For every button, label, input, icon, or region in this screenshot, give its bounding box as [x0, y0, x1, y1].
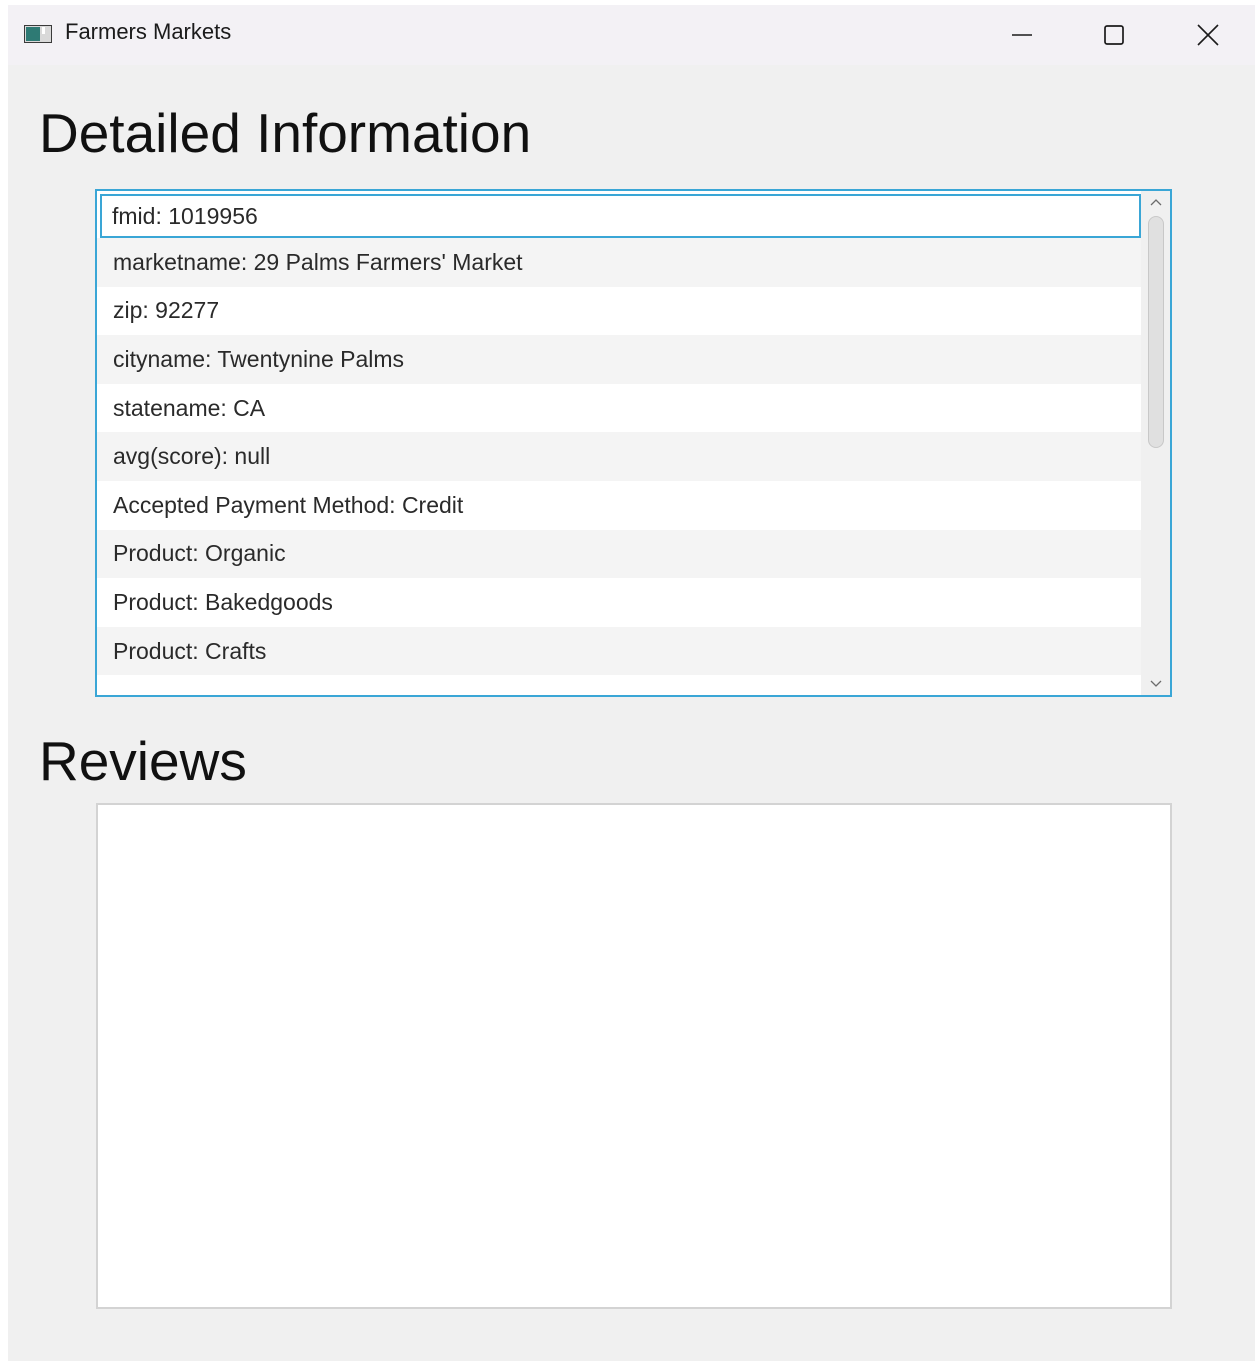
list-item[interactable]: Accepted Payment Method: Credit [97, 480, 1143, 530]
list-item[interactable]: statename: CA [97, 383, 1143, 433]
title-bar[interactable]: Farmers Markets [8, 5, 1255, 65]
reviews-heading: Reviews [39, 730, 247, 792]
detail-list-rows: fmid: 1019956 marketname: 29 Palms Farme… [97, 191, 1143, 695]
list-item[interactable]: Product: Bakedgoods [97, 578, 1143, 627]
list-item[interactable]: zip: 92277 [97, 286, 1143, 336]
reviews-list[interactable] [96, 803, 1172, 1309]
maximize-icon [1104, 25, 1124, 45]
app-window-icon [24, 25, 52, 43]
window-title: Farmers Markets [65, 19, 232, 44]
list-item[interactable]: Product: Crafts [97, 626, 1143, 676]
detail-heading: Detailed Information [39, 102, 532, 164]
maximize-button[interactable] [1066, 5, 1162, 65]
list-item[interactable]: marketname: 29 Palms Farmers' Market [97, 238, 1143, 287]
list-item[interactable]: cityname: Twentynine Palms [97, 335, 1143, 384]
detail-list[interactable]: fmid: 1019956 marketname: 29 Palms Farme… [95, 189, 1172, 697]
list-item[interactable]: Product: Organic [97, 529, 1143, 579]
minimize-button[interactable] [974, 5, 1070, 65]
scroll-down-button[interactable] [1141, 673, 1170, 695]
app-window: Farmers Markets Detailed Information fmi… [8, 5, 1255, 1361]
vertical-scrollbar[interactable] [1141, 191, 1170, 695]
chevron-down-icon [1150, 680, 1161, 687]
minimize-icon [1012, 34, 1032, 36]
scroll-thumb[interactable] [1148, 216, 1164, 448]
list-item[interactable]: avg(score): null [97, 432, 1143, 481]
scroll-up-button[interactable] [1141, 191, 1170, 213]
list-item[interactable]: fmid: 1019956 [100, 194, 1141, 238]
chevron-up-icon [1150, 199, 1161, 206]
close-button[interactable] [1160, 5, 1255, 65]
list-item-partial[interactable] [97, 675, 1143, 695]
close-icon [1197, 24, 1219, 46]
